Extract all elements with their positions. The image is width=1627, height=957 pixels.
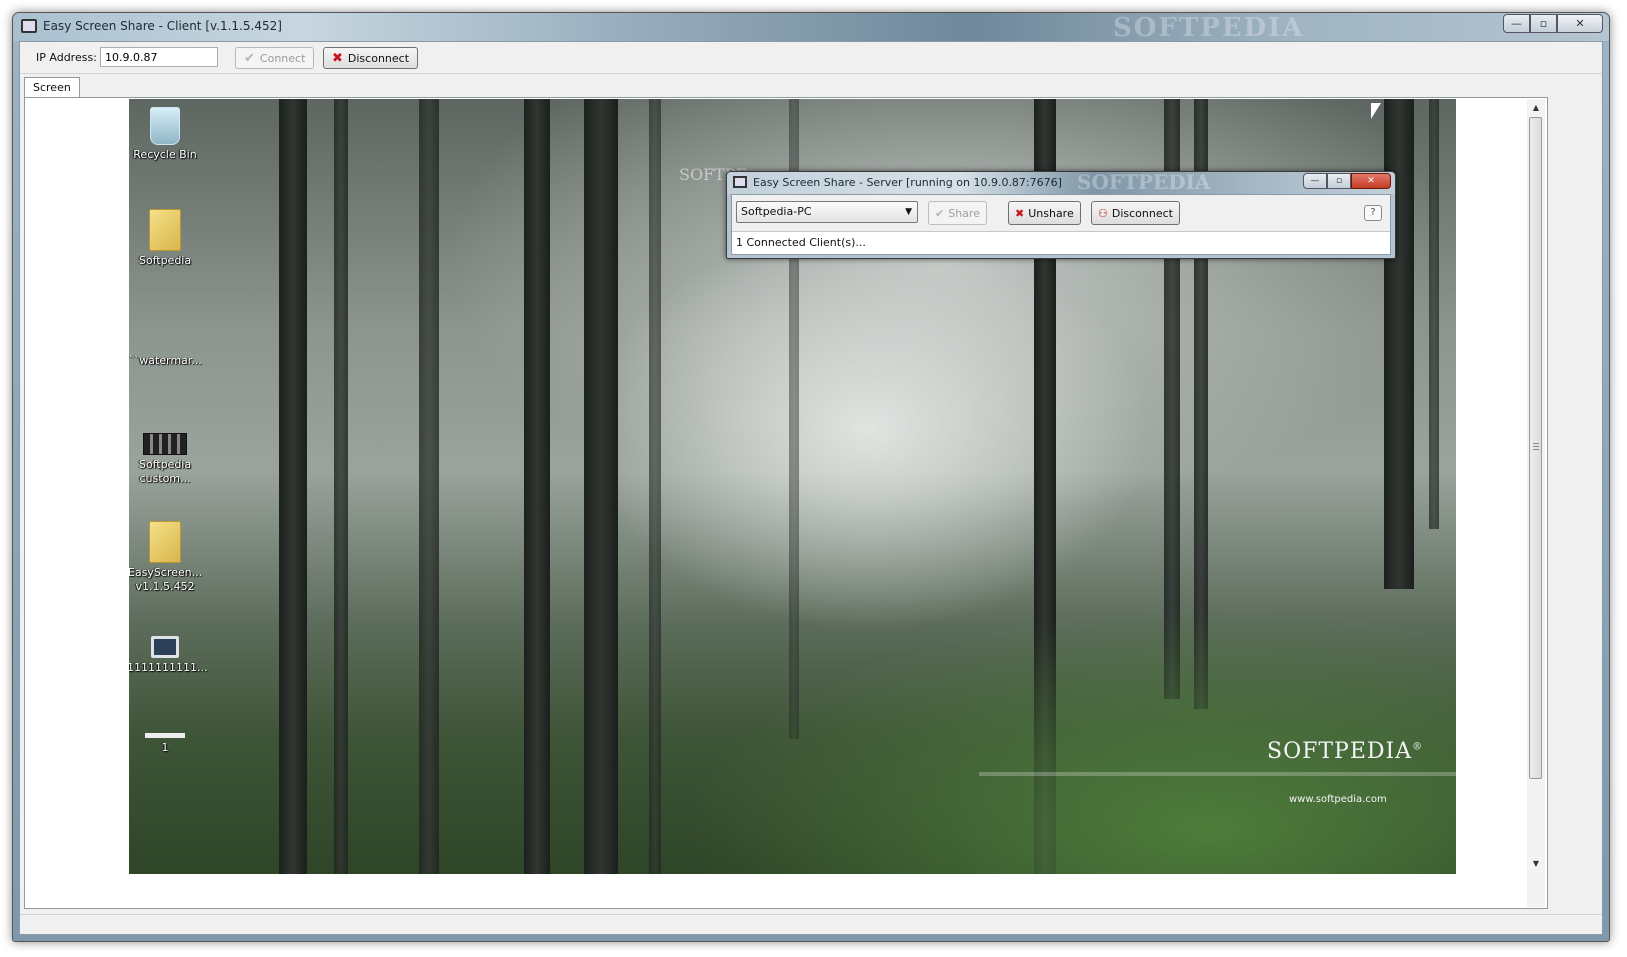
watermark-band: [979, 772, 1456, 776]
tree-trunk: [649, 99, 661, 874]
film-icon: [143, 433, 187, 455]
computer-icon: [151, 636, 179, 658]
window-titlebar[interactable]: Easy Screen Share - Client [v.1.1.5.452]…: [13, 13, 1609, 43]
desktop-icon-softpedia[interactable]: Softpedia: [129, 209, 203, 268]
client-select-value: Softpedia-PC: [741, 205, 812, 218]
close-button[interactable]: ✕: [1557, 14, 1603, 33]
chevron-down-icon: ▼: [905, 207, 912, 217]
disconnect-label: Disconnect: [347, 51, 410, 65]
server-minimize-button[interactable]: —: [1303, 173, 1327, 189]
folder-icon: [149, 209, 181, 251]
connect-label: Connect: [259, 51, 306, 65]
remote-desktop-view[interactable]: Recycle Bin Softpedia ``watermar... Soft…: [129, 99, 1456, 874]
desktop-icon-shortcut[interactable]: 1: [129, 733, 203, 755]
server-close-button[interactable]: ✕: [1351, 173, 1391, 189]
tree-trunk: [334, 99, 348, 874]
client-window: Easy Screen Share - Client [v.1.1.5.452]…: [12, 12, 1610, 942]
desktop-icon-softpedia-custom[interactable]: Softpedia custom...: [129, 433, 203, 486]
tree-trunk: [419, 99, 439, 874]
tree-trunk: [279, 99, 307, 874]
desktop-icon-easyscreen[interactable]: EasyScreen... v1.1.5.452: [129, 521, 203, 594]
unshare-button[interactable]: ✖ Unshare: [1008, 201, 1081, 225]
red-x-icon: ✖: [332, 50, 343, 66]
status-bar: [20, 914, 1602, 934]
tree-trunk: [1429, 99, 1439, 529]
desktop-icon-label: ``watermar...: [129, 354, 202, 367]
tree-trunk: [524, 99, 550, 874]
minimize-button[interactable]: —: [1503, 14, 1530, 33]
softpedia-watermark-text: SOFTPEDIA: [1267, 739, 1413, 764]
toolbar: IP Address: ✔ Connect ✖ Disconnect: [20, 42, 1602, 74]
network-icon: ⚇: [1098, 206, 1108, 220]
tab-strip: Screen: [20, 75, 1602, 98]
desktop-icon-label: Softpedia: [138, 254, 192, 267]
desktop-icon-label: Recycle Bin: [133, 148, 197, 161]
client-area: IP Address: ✔ Connect ✖ Disconnect Scree…: [19, 41, 1603, 935]
window-controls: — ▫ ✕: [1503, 14, 1603, 33]
scroll-up-arrow[interactable]: ▲: [1527, 99, 1545, 116]
scroll-thumb[interactable]: [1529, 117, 1542, 779]
folder-icon: [149, 521, 181, 563]
server-status: 1 Connected Client(s)...: [732, 231, 1390, 254]
ip-address-label: IP Address:: [36, 51, 97, 64]
desktop-icon-computer[interactable]: 1111111111...: [129, 636, 207, 675]
titlebar-watermark: SOFTPEDIA: [1113, 13, 1305, 43]
unshare-label: Unshare: [1028, 206, 1074, 220]
server-disconnect-label: Disconnect: [1111, 206, 1173, 220]
share-label: Share: [948, 206, 980, 220]
monitor-icon: [21, 19, 37, 33]
screen-panel: Recycle Bin Softpedia ``watermar... Soft…: [24, 97, 1548, 909]
server-titlebar-watermark: SOFTPEDIA: [1077, 171, 1211, 194]
desktop-icon-label: 1: [161, 741, 169, 754]
registered-mark: ®: [1412, 741, 1424, 753]
tree-trunk: [584, 99, 618, 874]
vertical-scrollbar[interactable]: ▲ ▼: [1527, 99, 1545, 907]
ip-address-input[interactable]: [100, 47, 218, 67]
recycle-bin-icon: [150, 107, 180, 145]
server-window-controls: — ▫ ✕: [1303, 173, 1391, 189]
softpedia-watermark: SOFTPEDIA®: [1267, 739, 1423, 764]
check-icon: ✔: [935, 206, 945, 220]
server-titlebar[interactable]: Easy Screen Share - Server [running on 1…: [727, 172, 1395, 194]
scroll-down-arrow[interactable]: ▼: [1527, 855, 1545, 872]
grip-icon: [1533, 443, 1539, 451]
server-disconnect-button[interactable]: ⚇ Disconnect: [1091, 201, 1180, 225]
red-x-icon: ✖: [1015, 206, 1025, 220]
desktop-icon-label: Softpedia custom...: [138, 458, 192, 485]
server-window: Easy Screen Share - Server [running on 1…: [726, 171, 1396, 259]
client-select[interactable]: Softpedia-PC ▼: [736, 201, 918, 223]
connect-button[interactable]: ✔ Connect: [235, 47, 315, 69]
desktop-icon-label: 1111111111...: [129, 661, 208, 674]
file-icon: [149, 315, 181, 351]
tab-screen[interactable]: Screen: [24, 77, 80, 98]
monitor-icon: [733, 176, 747, 188]
server-window-title: Easy Screen Share - Server [running on 1…: [753, 176, 1062, 189]
check-icon: ✔: [244, 50, 255, 66]
help-icon[interactable]: ?: [1364, 205, 1382, 221]
desktop-icon-watermark[interactable]: ``watermar...: [129, 315, 203, 368]
shortcut-icon: [145, 733, 185, 738]
desktop-icon-recycle-bin[interactable]: Recycle Bin: [129, 107, 203, 162]
window-title: Easy Screen Share - Client [v.1.1.5.452]: [43, 19, 282, 33]
softpedia-url: www.softpedia.com: [1289, 794, 1387, 805]
server-body: Softpedia-PC ▼ ✔ Share ✖ Unshare ⚇ Disco…: [731, 194, 1391, 255]
forest-ground: [689, 569, 1456, 874]
disconnect-button[interactable]: ✖ Disconnect: [323, 47, 419, 69]
share-button[interactable]: ✔ Share: [928, 201, 987, 225]
server-maximize-button[interactable]: ▫: [1327, 173, 1351, 189]
desktop-icon-label: EasyScreen... v1.1.5.452: [129, 566, 203, 593]
maximize-button[interactable]: ▫: [1530, 14, 1557, 33]
